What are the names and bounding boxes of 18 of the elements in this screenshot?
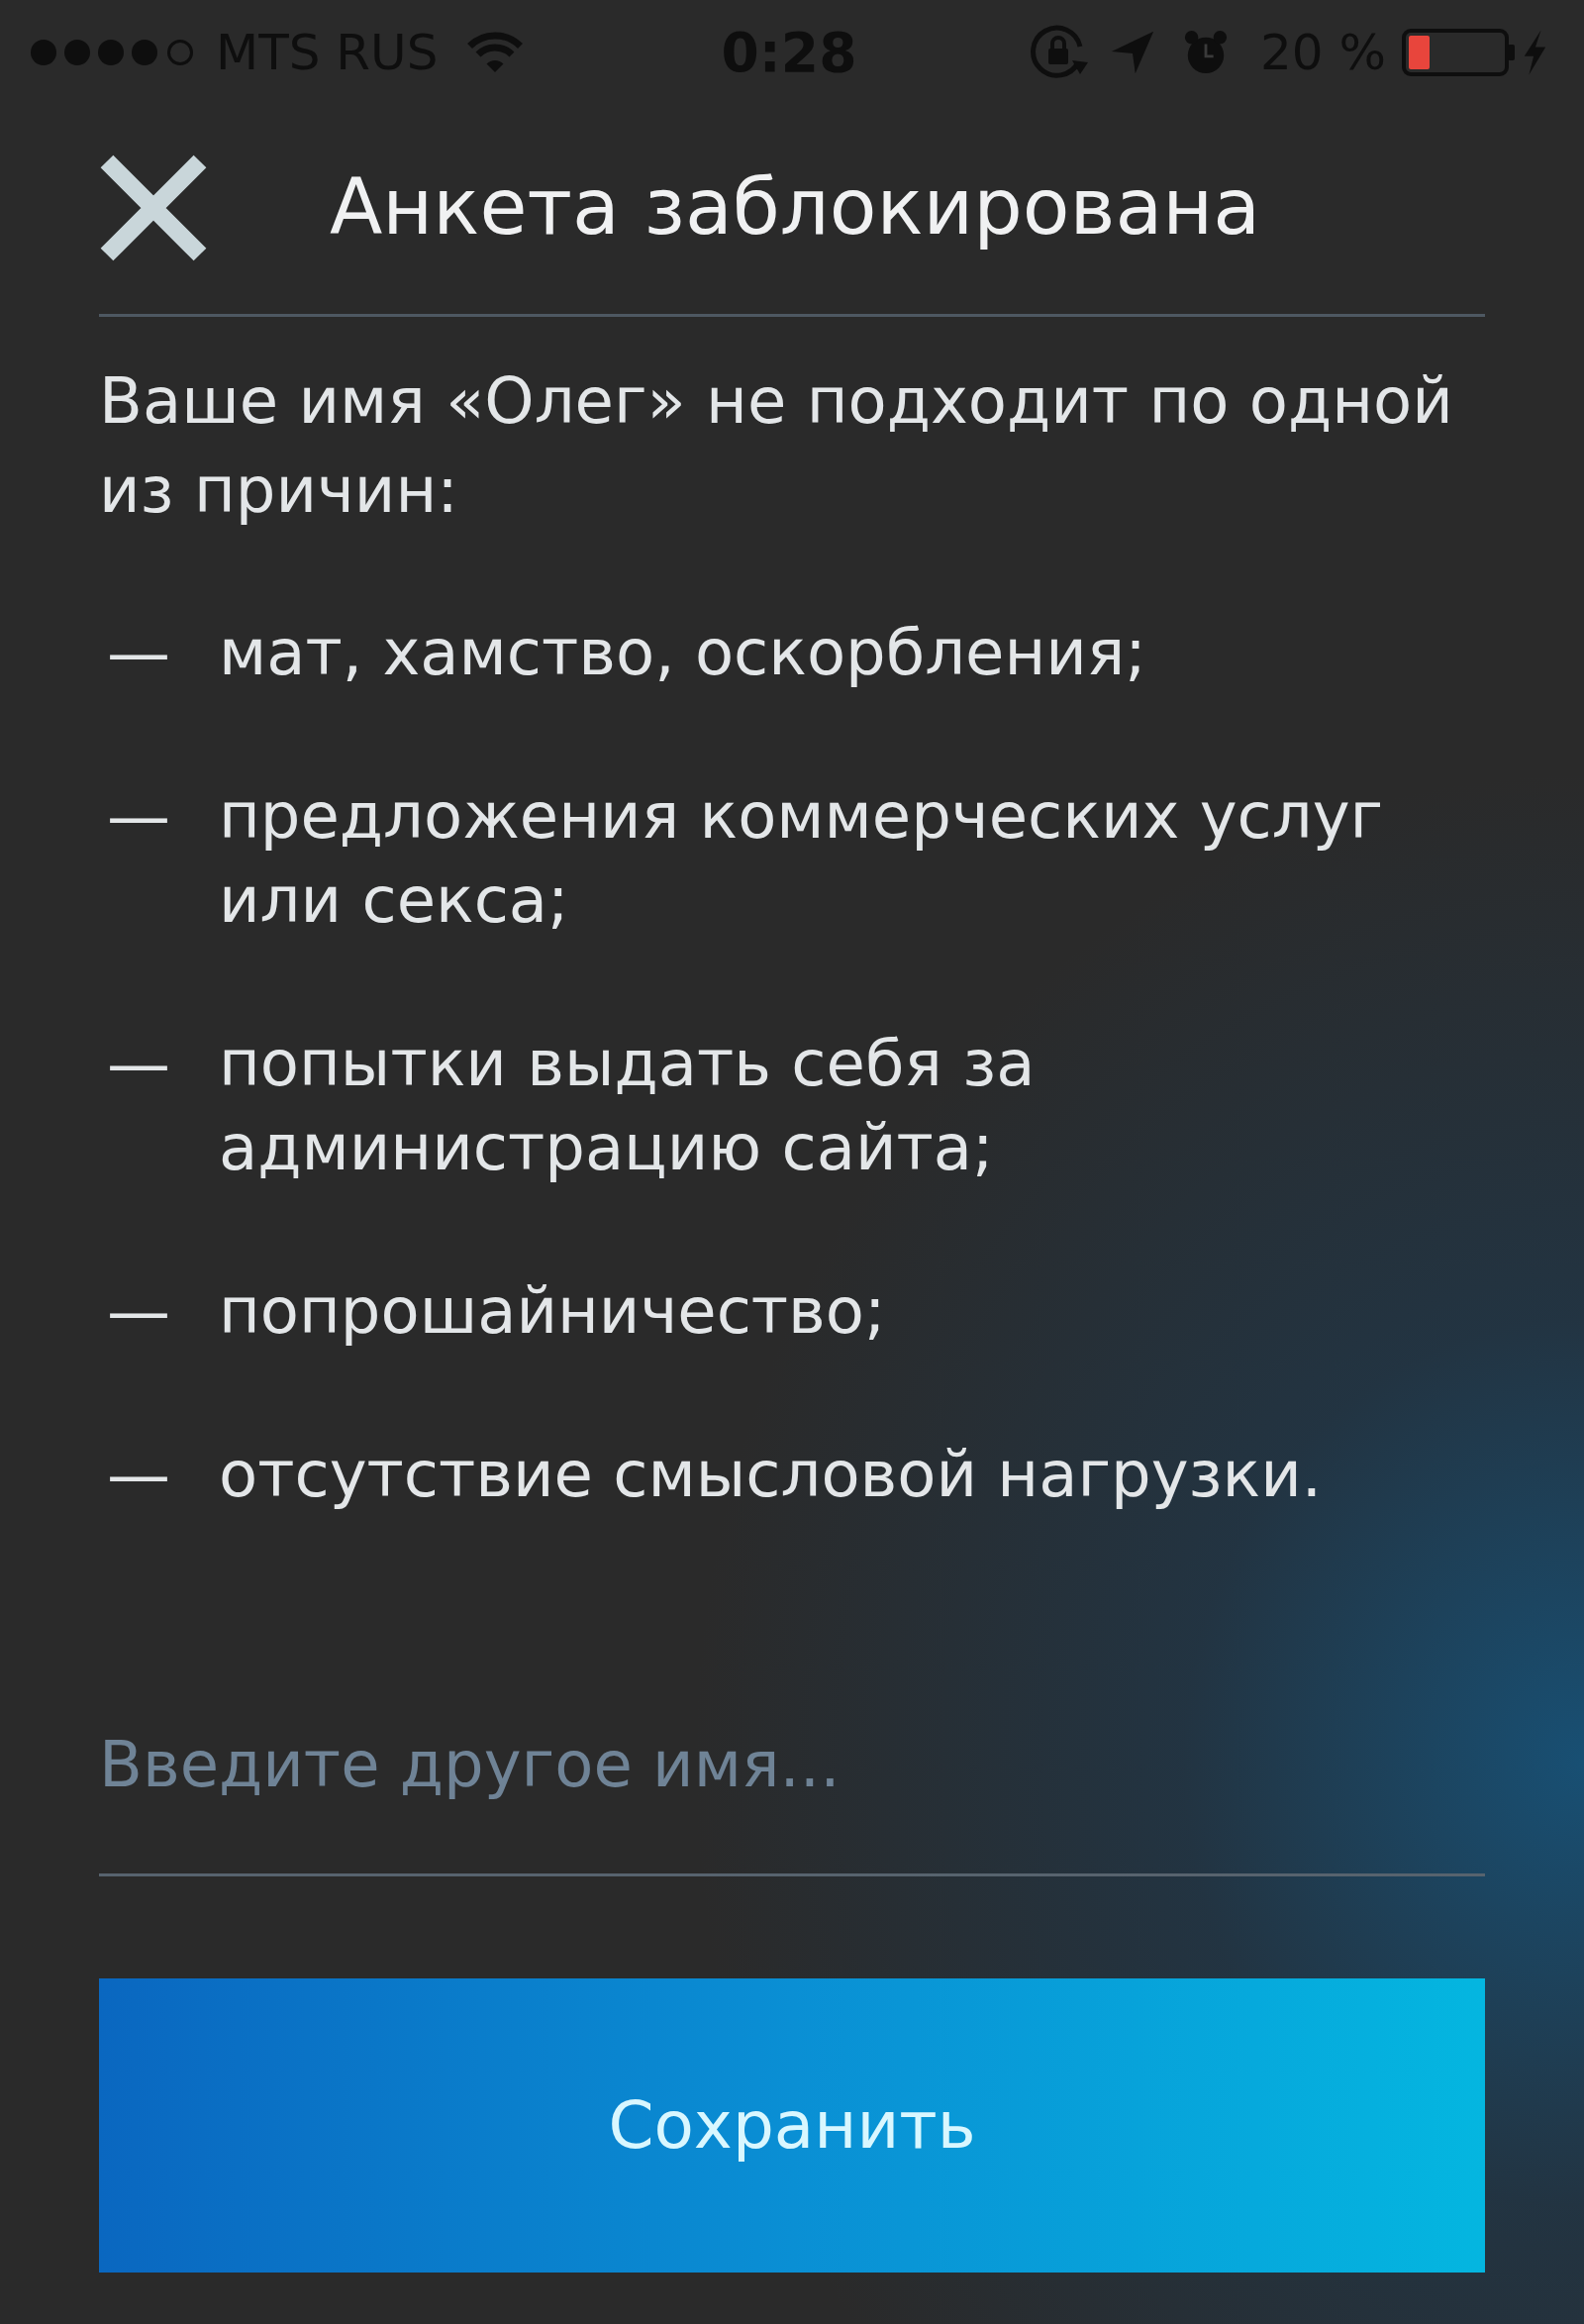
save-button[interactable]: Сохранить <box>99 1978 1485 2273</box>
reason-text: предложения коммерческих услуг или секса; <box>219 778 1385 939</box>
list-dash: — <box>106 615 171 691</box>
list-dash: — <box>106 778 171 855</box>
close-icon[interactable] <box>99 153 208 262</box>
battery-icon <box>1402 28 1517 76</box>
reason-text: мат, хамство, оскорбления; <box>219 615 1147 691</box>
name-input[interactable]: Введите другое имя... <box>99 1717 1485 1876</box>
list-dash: — <box>106 1026 171 1102</box>
dialog-title: Анкета заблокирована <box>330 165 1261 251</box>
reason-text: попытки выдать себя за администрацию сайта; <box>219 1026 1037 1186</box>
list-dash: — <box>106 1437 171 1513</box>
reason-text: отсутствие смысловой нагрузки. <box>219 1437 1324 1513</box>
message-text: Ваше имя «Олег» не подходит по одной из причин: <box>99 363 1454 529</box>
list-dash: — <box>106 1273 171 1350</box>
reason-text: попрошайничество; <box>219 1273 887 1350</box>
signal-icon <box>30 38 196 66</box>
alarm-clock-icon <box>1182 28 1229 76</box>
